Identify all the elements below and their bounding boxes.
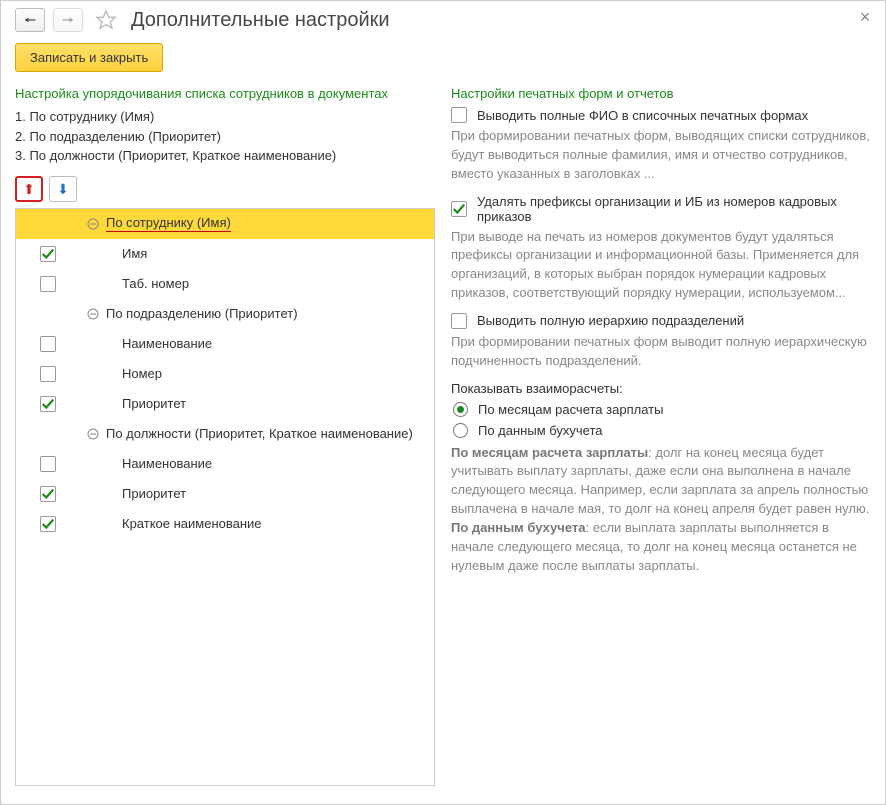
save-close-button[interactable]: Записать и закрыть	[15, 43, 163, 72]
collapse-icon[interactable]	[86, 307, 100, 321]
tree-group-row[interactable]: По сотруднику (Имя)	[16, 209, 434, 239]
mutual-title: Показывать взаиморасчеты:	[451, 381, 871, 396]
tree-item-row[interactable]: Наименование	[16, 449, 434, 479]
tree-item-checkbox[interactable]	[40, 276, 56, 292]
tree-item-label: Имя	[122, 246, 147, 261]
full-fio-checkbox[interactable]	[451, 107, 467, 123]
radio-by-accounting[interactable]	[453, 423, 468, 438]
right-section-title: Настройки печатных форм и отчетов	[451, 86, 871, 101]
tree-item-checkbox[interactable]	[40, 336, 56, 352]
tree-item-row[interactable]: Краткое наименование	[16, 509, 434, 539]
tree-item-row[interactable]: Имя	[16, 239, 434, 269]
delete-prefix-desc: При выводе на печать из номеров документ…	[451, 228, 871, 303]
tree-item-label: Номер	[122, 366, 162, 381]
tree-item-label: Краткое наименование	[122, 516, 262, 531]
tree-item-label: Таб. номер	[122, 276, 189, 291]
full-fio-desc: При формировании печатных форм, выводящи…	[451, 127, 871, 184]
tree-item-row[interactable]: Наименование	[16, 329, 434, 359]
arrow-left-icon: 🠔	[24, 13, 36, 27]
tree-item-label: Приоритет	[122, 486, 186, 501]
hierarchy-label: Выводить полную иерархию подразделений	[477, 313, 744, 328]
move-up-button[interactable]: ⬆	[15, 176, 43, 202]
ordering-line-2: 2. По подразделению (Приоритет)	[15, 127, 435, 147]
favorite-star-icon[interactable]	[93, 7, 119, 33]
left-section-title: Настройка упорядочивания списка сотрудни…	[15, 86, 435, 101]
collapse-icon[interactable]	[86, 427, 100, 441]
tree-item-row[interactable]: Приоритет	[16, 389, 434, 419]
move-down-button[interactable]: ⬇	[49, 176, 77, 202]
tree-item-row[interactable]: Таб. номер	[16, 269, 434, 299]
tree-group-label: По подразделению (Приоритет)	[106, 306, 298, 321]
mutual-info: По месяцам расчета зарплаты: долг на кон…	[451, 444, 871, 576]
hierarchy-checkbox[interactable]	[451, 313, 467, 329]
window-title: Дополнительные настройки	[131, 9, 390, 32]
delete-prefix-checkbox[interactable]	[451, 201, 467, 217]
delete-prefix-label: Удалять префиксы организации и ИБ из ном…	[477, 194, 871, 224]
radio-by-accounting-label: По данным бухучета	[478, 423, 603, 438]
ordering-line-1: 1. По сотруднику (Имя)	[15, 107, 435, 127]
tree-item-row[interactable]: Номер	[16, 359, 434, 389]
tree-item-checkbox[interactable]	[40, 516, 56, 532]
radio-by-month-label: По месяцам расчета зарплаты	[478, 402, 663, 417]
hierarchy-desc: При формировании печатных форм выводит п…	[451, 333, 871, 371]
ordering-line-3: 3. По должности (Приоритет, Краткое наим…	[15, 146, 435, 166]
tree-item-checkbox[interactable]	[40, 366, 56, 382]
tree-item-label: Приоритет	[122, 396, 186, 411]
arrow-up-icon: ⬆	[23, 182, 35, 196]
close-icon[interactable]: ×	[855, 7, 875, 27]
tree-item-checkbox[interactable]	[40, 486, 56, 502]
arrow-right-icon: 🠖	[62, 13, 74, 27]
tree-item-checkbox[interactable]	[40, 396, 56, 412]
tree-item-checkbox[interactable]	[40, 456, 56, 472]
tree-item-label: Наименование	[122, 456, 212, 471]
tree-group-label: По должности (Приоритет, Краткое наимено…	[106, 426, 413, 441]
arrow-down-icon: ⬇	[57, 182, 69, 196]
sort-tree[interactable]: По сотруднику (Имя) Имя Таб. номер По подра…	[15, 208, 435, 787]
full-fio-label: Выводить полные ФИО в списочных печатных…	[477, 108, 808, 123]
tree-item-row[interactable]: Приоритет	[16, 479, 434, 509]
tree-item-label: Наименование	[122, 336, 212, 351]
radio-by-month[interactable]	[453, 402, 468, 417]
collapse-icon[interactable]	[86, 217, 100, 231]
tree-group-label: По сотруднику (Имя)	[106, 215, 231, 232]
nav-back-button[interactable]: 🠔	[15, 8, 45, 32]
tree-group-row[interactable]: По должности (Приоритет, Краткое наимено…	[16, 419, 434, 449]
tree-group-row[interactable]: По подразделению (Приоритет)	[16, 299, 434, 329]
tree-item-checkbox[interactable]	[40, 246, 56, 262]
nav-forward-button[interactable]: 🠖	[53, 8, 83, 32]
